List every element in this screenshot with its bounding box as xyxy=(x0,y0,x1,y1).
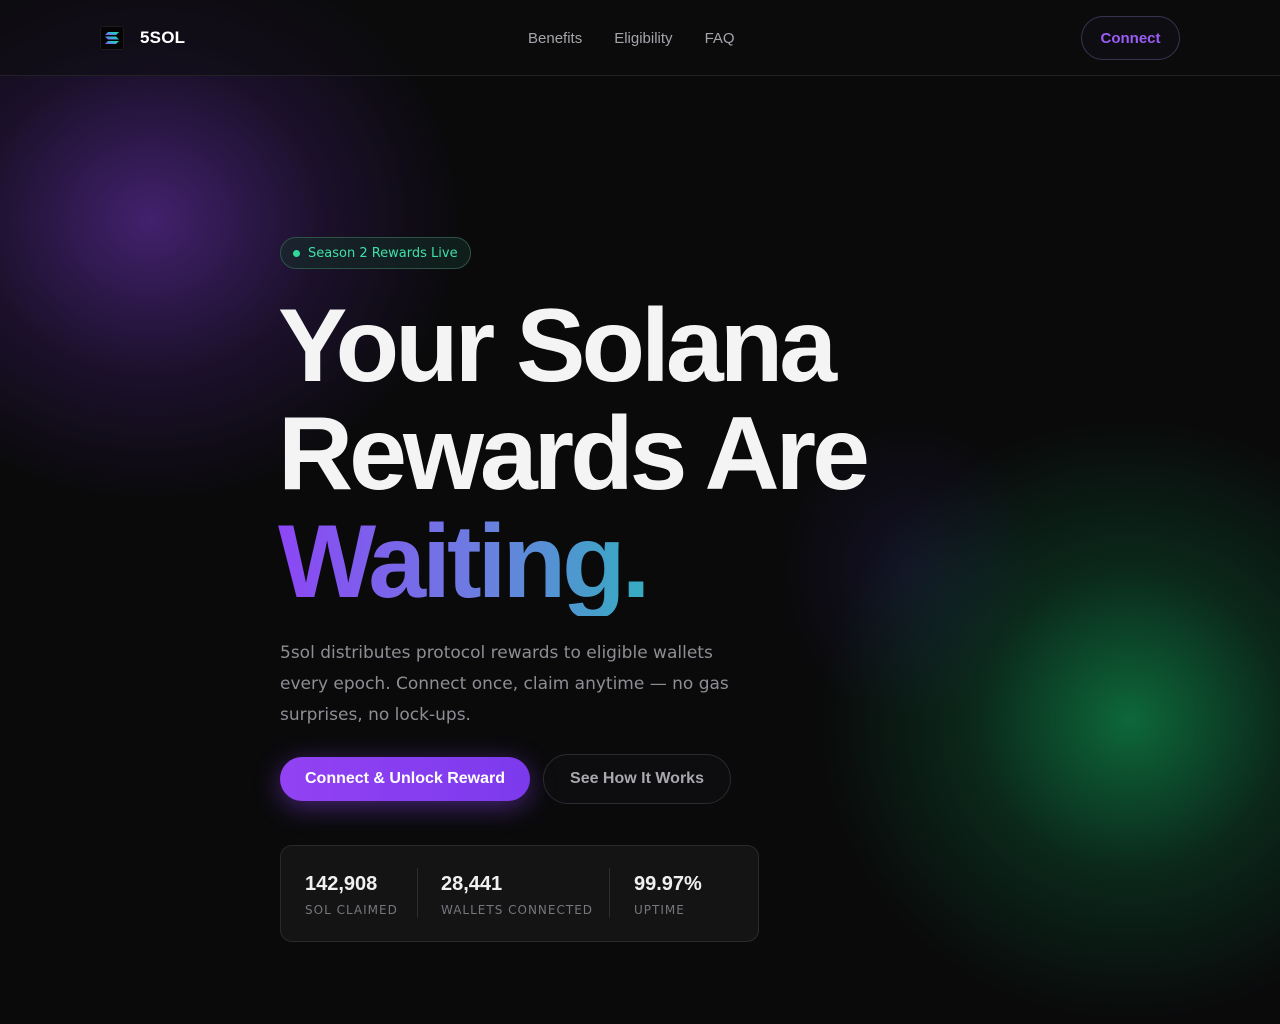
nav-link-eligibility[interactable]: Eligibility xyxy=(614,29,672,48)
badge-label: Season 2 Rewards Live xyxy=(308,245,458,261)
green-glow-decoration xyxy=(820,420,1280,1020)
hero-headline: Your Solana Rewards Are Waiting. xyxy=(278,288,870,616)
headline-line-2: Rewards Are xyxy=(278,396,870,512)
stats-panel: 142,908 SOL CLAIMED 28,441 WALLETS CONNE… xyxy=(280,845,759,942)
stat-label: SOL CLAIMED xyxy=(305,903,398,917)
nav-link-faq[interactable]: FAQ xyxy=(705,29,735,48)
connect-unlock-reward-button[interactable]: Connect & Unlock Reward xyxy=(280,757,530,801)
headline-line-1: Your Solana xyxy=(278,288,837,404)
brand-name: 5SOL xyxy=(140,28,186,47)
main-nav: Benefits Eligibility FAQ xyxy=(528,29,735,48)
nav-link-benefits[interactable]: Benefits xyxy=(528,29,582,48)
headline-accent-word: Waiting. xyxy=(278,508,866,616)
live-dot-icon xyxy=(293,249,300,257)
stat-divider xyxy=(417,868,418,918)
see-how-it-works-button[interactable]: See How It Works xyxy=(543,754,731,804)
solana-logo-icon xyxy=(100,26,124,50)
stat-value: 28,441 xyxy=(441,873,503,895)
hero-description: 5sol distributes protocol rewards to eli… xyxy=(280,643,729,725)
season-status-badge: Season 2 Rewards Live xyxy=(280,237,471,269)
stat-label: WALLETS CONNECTED xyxy=(441,903,594,917)
header-connect-button[interactable]: Connect xyxy=(1081,16,1180,60)
stat-label: UPTIME xyxy=(634,903,685,917)
site-header: 5SOL Benefits Eligibility FAQ Connect xyxy=(0,0,1280,76)
stat-value: 99.97% xyxy=(634,873,702,895)
landing-page: 5SOL Benefits Eligibility FAQ Connect Se… xyxy=(0,0,1280,1024)
stat-value: 142,908 xyxy=(305,873,378,895)
stat-divider xyxy=(609,868,610,918)
brand[interactable]: 5SOL xyxy=(100,26,185,50)
